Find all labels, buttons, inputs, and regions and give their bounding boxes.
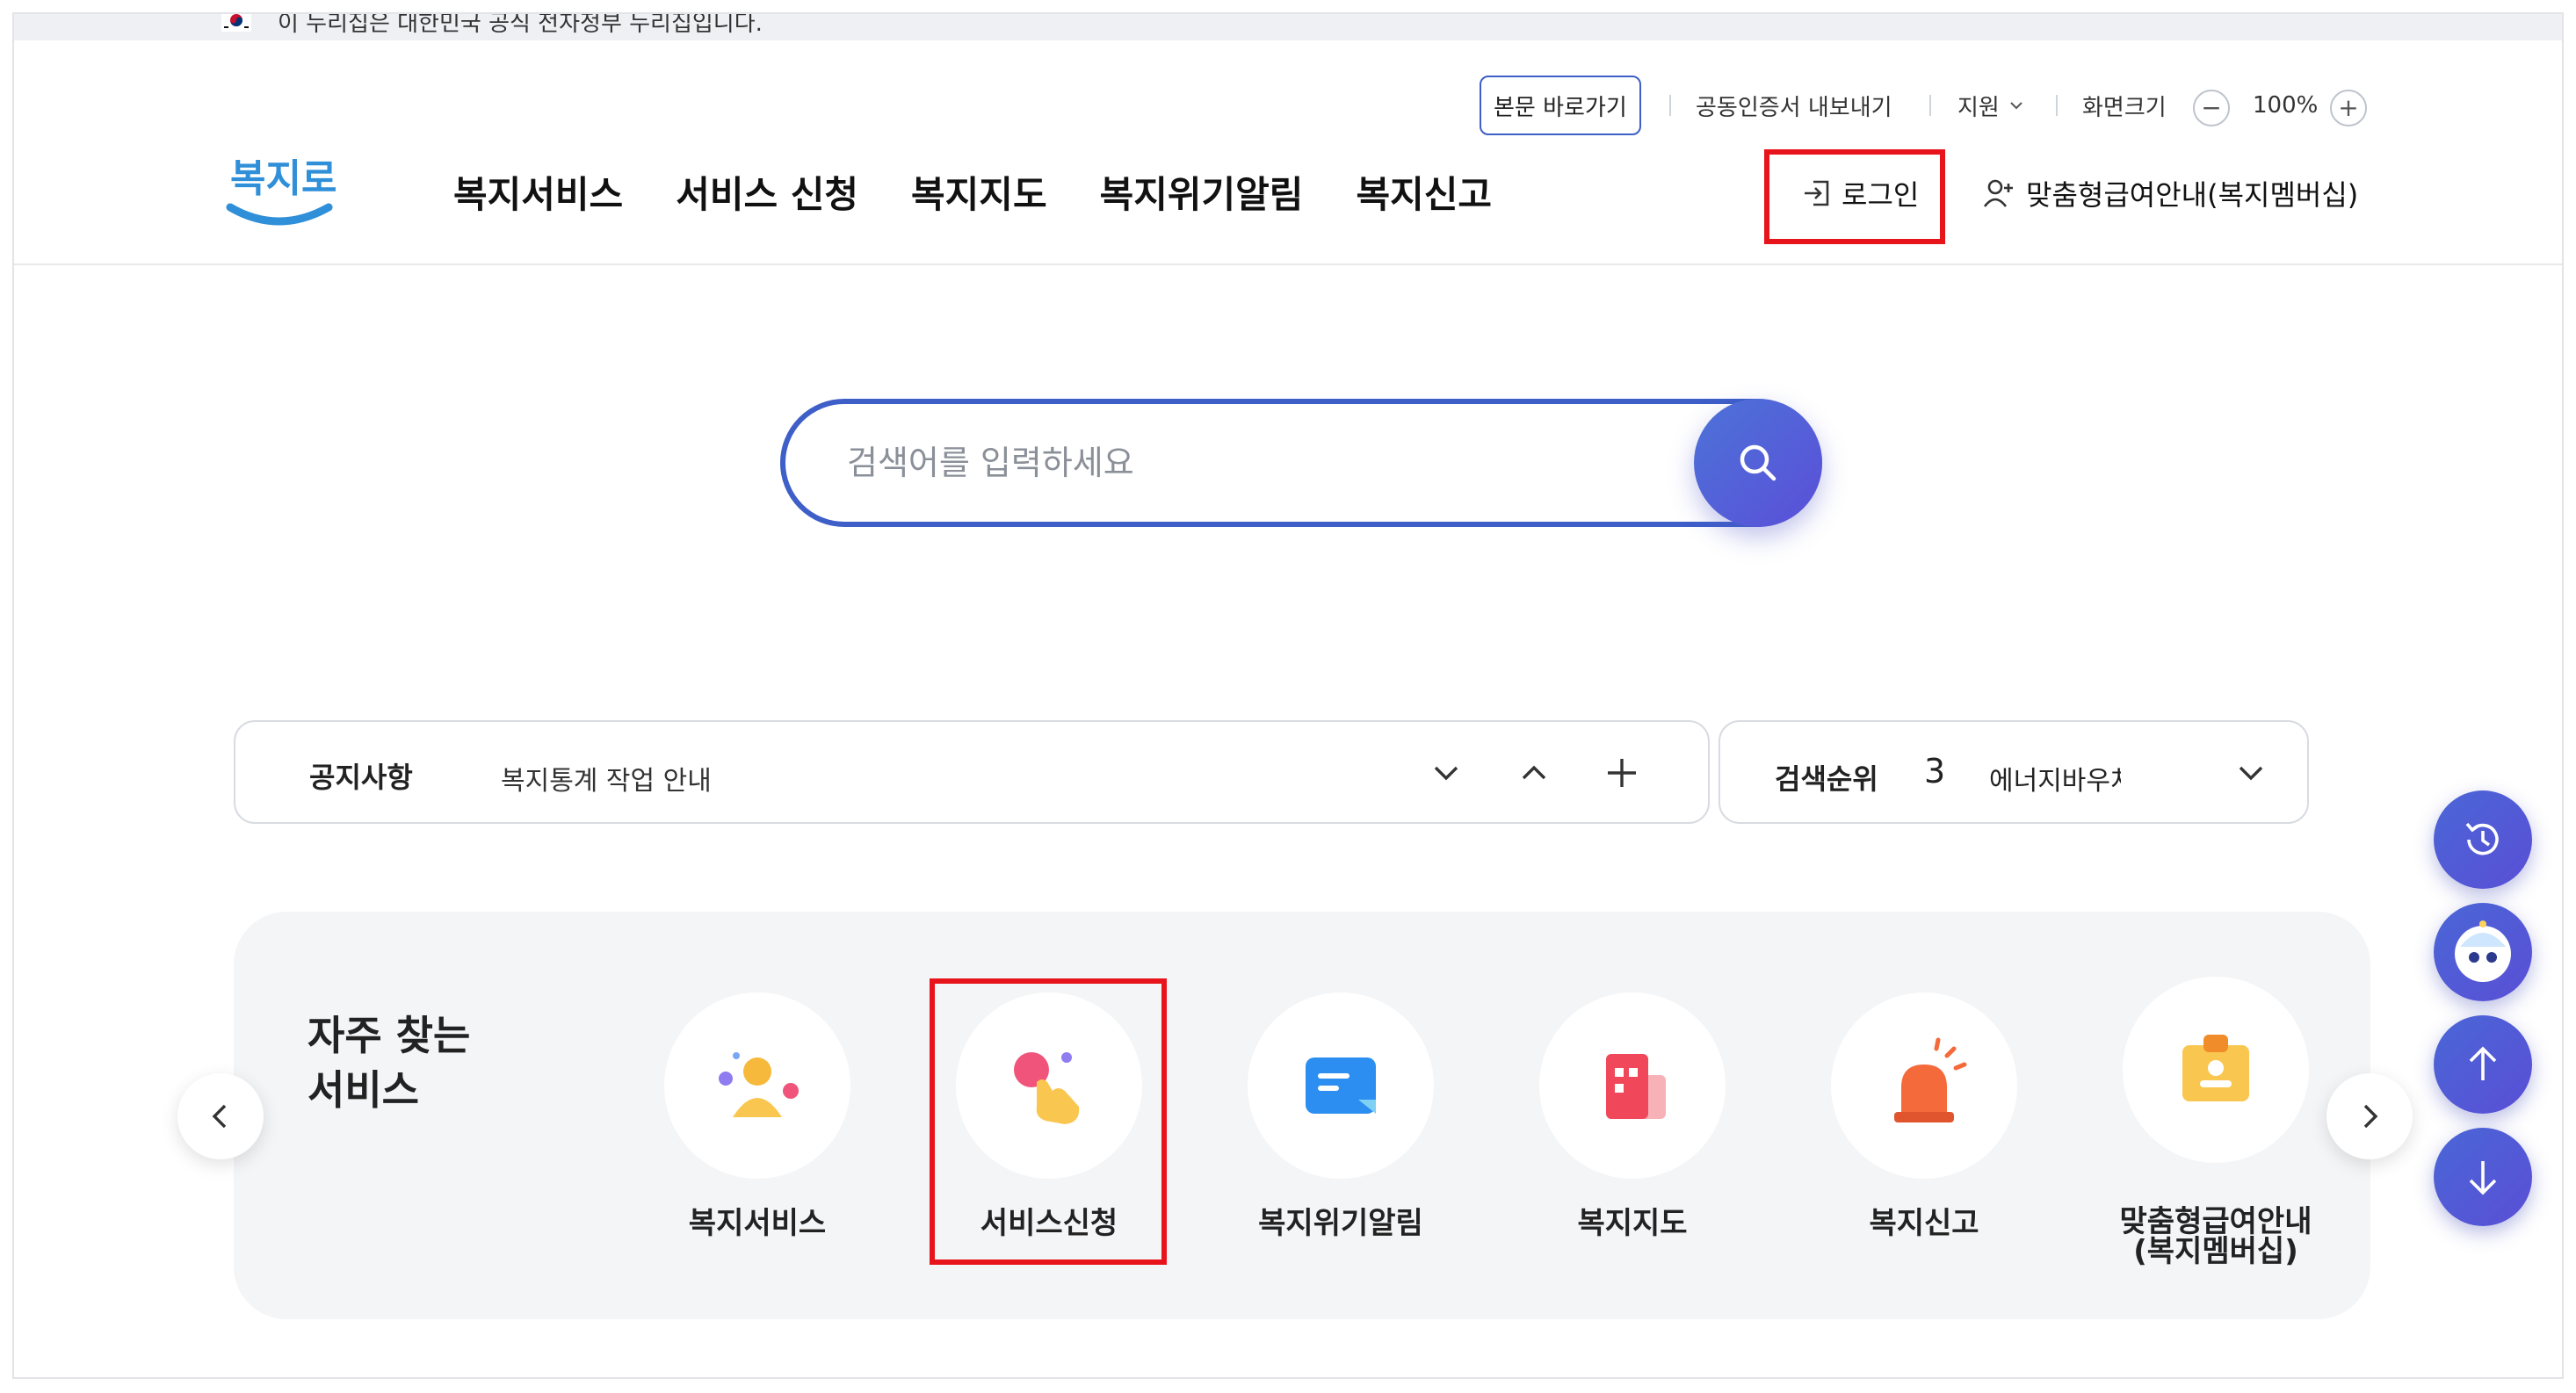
service-label: 복지위기알림 [1258, 1206, 1423, 1241]
site-header: 본문 바로가기 공동인증서 내보내기 지원 화면크기 − 100% + 복지로 … [14, 40, 2562, 265]
gov-banner: 이 누리집은 대한민국 공식 전자정부 누리집입니다. [14, 14, 2562, 40]
korea-flag-icon [221, 14, 251, 32]
nav-service-apply[interactable]: 서비스 신청 [676, 165, 858, 219]
search-icon [1740, 444, 1776, 481]
browser-page: 이 누리집은 대한민국 공식 전자정부 누리집입니다. 본문 바로가기 공동인증… [12, 12, 2564, 1379]
logo-text: 복지로 [230, 156, 336, 201]
id-badge-icon [2182, 1035, 2249, 1101]
notice-next-button[interactable] [1420, 747, 1473, 799]
membership-label: 맞춤형급여안내(복지멤버십) [2026, 178, 2359, 212]
building-map-icon [1606, 1054, 1666, 1119]
support-dropdown[interactable]: 지원 [1957, 76, 2026, 135]
service-label: 맞춤형급여안내 (복지멤버십) [2119, 1204, 2312, 1269]
add-user-icon [1983, 179, 2013, 207]
chevron-down-icon [2010, 102, 2022, 110]
gov-banner-text: 이 누리집은 대한민국 공식 전자정부 누리집입니다. [278, 14, 763, 37]
scroll-top-button[interactable] [2434, 1015, 2532, 1114]
ranking-number: 3 [1924, 752, 1946, 790]
chatbot-button[interactable] [2434, 903, 2532, 1001]
login-button[interactable]: 로그인 [1801, 170, 1919, 216]
arrow-up-icon [2469, 1046, 2497, 1080]
membership-link[interactable]: 맞춤형급여안내(복지멤버십) [1982, 170, 2358, 216]
login-label: 로그인 [1842, 178, 1920, 212]
notice-more-button[interactable] [1596, 747, 1648, 799]
screen-size-label: 화면크기 [2082, 94, 2167, 121]
chevron-down-icon [1434, 766, 1458, 781]
service-item-welfare-map[interactable]: 복지지도 [1501, 992, 1764, 1274]
message-icon [1306, 1057, 1376, 1114]
service-icon-circle [1248, 992, 1434, 1179]
cert-export-link[interactable]: 공동인증서 내보내기 [1696, 76, 1892, 135]
service-icon-circle [2123, 977, 2309, 1163]
people-icon [719, 1052, 799, 1117]
notice-label: 공지사항 [309, 761, 413, 794]
service-apply-highlight-box [930, 978, 1167, 1265]
ranking-expand-button[interactable] [2225, 747, 2277, 799]
zoom-in-button[interactable]: + [2330, 90, 2367, 126]
chevron-down-icon [2239, 766, 2263, 781]
chevron-right-icon [2363, 1104, 2378, 1129]
service-label: 복지지도 [1577, 1206, 1688, 1241]
service-icon-circle [664, 992, 850, 1179]
frequent-services-title: 자주 찾는 서비스 [308, 1012, 471, 1114]
service-item-membership[interactable]: 맞춤형급여안내 (복지멤버십) [2084, 977, 2348, 1267]
carousel-next-button[interactable] [2326, 1073, 2413, 1159]
service-icon-circle [1539, 992, 1726, 1179]
main-nav: 복지서비스 서비스 신청 복지지도 복지위기알림 복지신고 [453, 165, 1545, 219]
frequent-services-panel: 자주 찾는 서비스 복지서비스 서비스신청 복지위기알림 복지지도 복지신고 맞… [234, 912, 2370, 1319]
nav-welfare-service[interactable]: 복지서비스 [453, 165, 623, 219]
scroll-bottom-button[interactable] [2434, 1128, 2532, 1226]
service-label: 복지서비스 [688, 1206, 827, 1241]
chevron-up-icon [1522, 765, 1546, 780]
service-item-welfare-service[interactable]: 복지서비스 [626, 992, 889, 1274]
nav-crisis-alert[interactable]: 복지위기알림 [1100, 165, 1304, 219]
recent-history-button[interactable] [2434, 790, 2532, 889]
carousel-prev-button[interactable] [177, 1073, 264, 1159]
search-input[interactable] [847, 430, 1638, 495]
chatbot-icon [2455, 920, 2511, 982]
nav-welfare-report[interactable]: 복지신고 [1356, 165, 1492, 219]
notice-text[interactable]: 복지통계 작업 안내 [501, 759, 712, 798]
ranking-label: 검색순위 [1775, 762, 1878, 796]
siren-icon [1894, 1037, 1967, 1122]
history-icon [2465, 822, 2499, 855]
zoom-out-button[interactable]: − [2193, 90, 2230, 126]
chevron-left-icon [212, 1104, 227, 1129]
plus-icon [1608, 759, 1636, 787]
support-label: 지원 [1957, 94, 2000, 121]
notice-bar: 공지사항 복지통계 작업 안내 [234, 720, 1710, 824]
service-icon-circle [1831, 992, 2017, 1179]
search-button[interactable] [1694, 399, 1822, 527]
service-item-welfare-report[interactable]: 복지신고 [1792, 992, 2056, 1274]
search-ranking-bar: 검색순위 3 에너지바우처 [1719, 720, 2309, 824]
nav-welfare-map[interactable]: 복지지도 [911, 165, 1047, 219]
arrow-down-icon [2469, 1161, 2497, 1195]
service-label: 복지신고 [1869, 1206, 1979, 1241]
divider [1929, 95, 1931, 116]
search-bar [780, 399, 1822, 527]
bokjiro-logo[interactable]: 복지로 [221, 137, 336, 234]
login-icon [1805, 180, 1829, 206]
ranking-keyword[interactable]: 에너지바우처 [1989, 759, 2121, 798]
notice-prev-button[interactable] [1508, 747, 1560, 799]
divider [2056, 95, 2058, 116]
zoom-level: 100% [2253, 92, 2319, 119]
skip-to-content-button[interactable]: 본문 바로가기 [1480, 76, 1641, 135]
divider [1669, 95, 1671, 116]
service-item-crisis-alert[interactable]: 복지위기알림 [1209, 992, 1473, 1274]
